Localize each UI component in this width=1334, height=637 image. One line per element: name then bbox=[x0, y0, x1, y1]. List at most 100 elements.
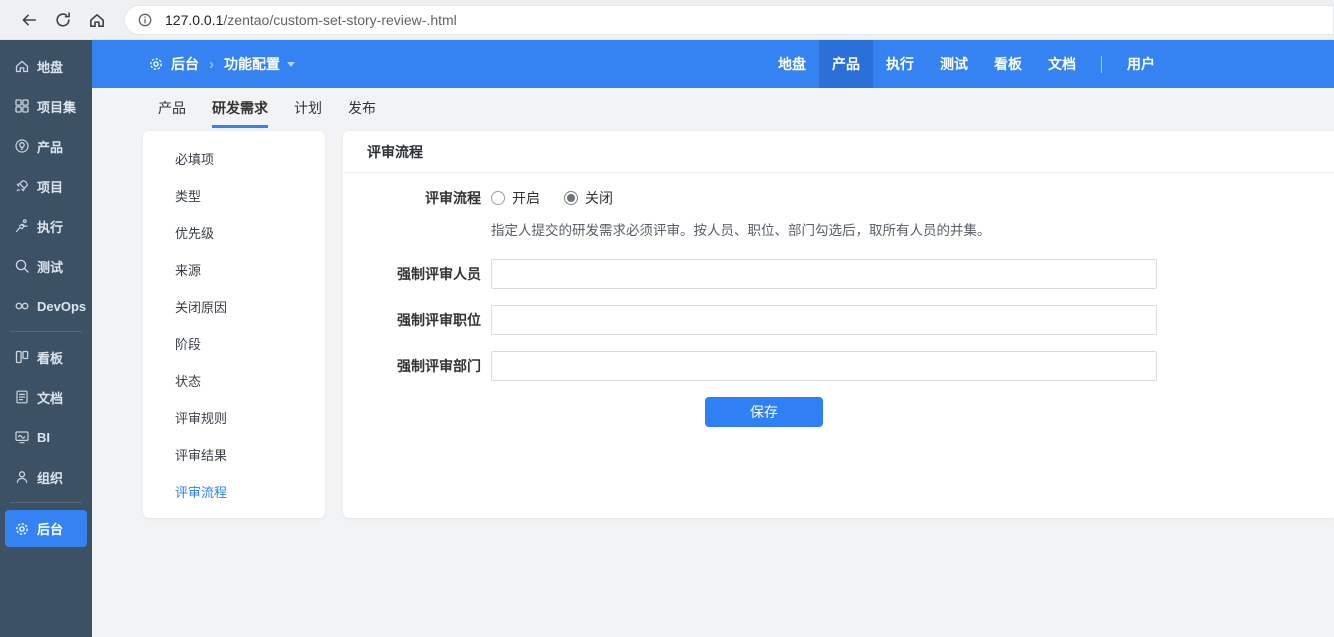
document-icon bbox=[13, 389, 30, 406]
kanban-icon bbox=[13, 349, 30, 366]
menu-item-status[interactable]: 状态 bbox=[143, 363, 325, 400]
rocket-icon bbox=[13, 178, 30, 195]
person-icon bbox=[13, 469, 30, 486]
forced-positions-input[interactable] bbox=[491, 305, 1157, 335]
nav-item-product[interactable]: 产品 bbox=[819, 40, 873, 88]
reload-button[interactable] bbox=[46, 3, 80, 37]
home-icon bbox=[13, 58, 30, 75]
sidebar-item-admin[interactable]: 后台 bbox=[5, 510, 87, 547]
workspace: 产品 研发需求 计划 发布 必填项 类型 优先级 来源 关闭原因 阶段 状态 评… bbox=[92, 88, 1334, 637]
sidebar-item-label: 文档 bbox=[37, 390, 64, 406]
radio-on-label: 开启 bbox=[512, 190, 540, 206]
radio-on-icon[interactable] bbox=[491, 191, 505, 205]
site-info-icon[interactable] bbox=[137, 12, 153, 28]
sidebar-item-label: 执行 bbox=[37, 219, 64, 235]
nav-item-kanban[interactable]: 看板 bbox=[981, 40, 1035, 88]
radio-off-label: 关闭 bbox=[585, 190, 613, 206]
settings-menu: 必填项 类型 优先级 来源 关闭原因 阶段 状态 评审规则 评审结果 评审流程 bbox=[143, 131, 325, 518]
address-bar[interactable]: 127.0.0.1/zentao/custom-set-story-review… bbox=[124, 4, 1334, 35]
tab-story[interactable]: 研发需求 bbox=[212, 88, 268, 128]
forced-positions-label: 强制评审职位 bbox=[397, 312, 481, 328]
magnifier-icon bbox=[13, 258, 30, 275]
url-path: /zentao/custom-set-story-review-.html bbox=[223, 11, 457, 28]
url-host: 127.0.0.1 bbox=[165, 11, 224, 28]
review-flow-panel: 评审流程 评审流程 开启 关闭 指定人提交的研发需求必须评审。按人员、职位、部门… bbox=[343, 131, 1334, 518]
home-button[interactable] bbox=[80, 3, 114, 37]
url-text: 127.0.0.1/zentao/custom-set-story-review… bbox=[165, 12, 457, 28]
tab-plan[interactable]: 计划 bbox=[294, 88, 322, 128]
sidebar-item-org[interactable]: 组织 bbox=[0, 457, 92, 497]
sidebar-item-label: DevOps bbox=[37, 298, 87, 314]
forced-reviewers-input[interactable] bbox=[491, 259, 1157, 289]
menu-item-review-flow[interactable]: 评审流程 bbox=[143, 474, 325, 511]
back-arrow-icon bbox=[20, 11, 38, 29]
grid-icon bbox=[13, 98, 30, 115]
menu-item-review-rule[interactable]: 评审规则 bbox=[143, 400, 325, 437]
sidebar-item-bi[interactable]: BI bbox=[0, 417, 92, 457]
nav-item-dashboard[interactable]: 地盘 bbox=[765, 40, 819, 88]
infinity-icon bbox=[13, 298, 30, 315]
nav-item-doc[interactable]: 文档 bbox=[1035, 40, 1089, 88]
menu-item-stage[interactable]: 阶段 bbox=[143, 326, 325, 363]
breadcrumb: 后台 › 功能配置 bbox=[92, 54, 295, 74]
sidebar-item-label: 组织 bbox=[37, 470, 64, 486]
nav-item-user[interactable]: 用户 bbox=[1114, 40, 1168, 88]
tab-release[interactable]: 发布 bbox=[348, 88, 376, 128]
review-flow-help-text: 指定人提交的研发需求必须评审。按人员、职位、部门勾选后，取所有人员的并集。 bbox=[491, 223, 991, 238]
app-sidebar: 地盘 项目集 产品 项目 执行 测试 DevOps 看板 文档 BI 组织 后台 bbox=[0, 40, 92, 637]
tab-product[interactable]: 产品 bbox=[158, 88, 186, 128]
sidebar-divider bbox=[10, 502, 82, 503]
browser-chrome: 127.0.0.1/zentao/custom-set-story-review… bbox=[0, 0, 1334, 40]
reload-icon bbox=[54, 11, 72, 29]
menu-item-close-reason[interactable]: 关闭原因 bbox=[143, 289, 325, 326]
review-flow-radiogroup: 开启 关闭 bbox=[491, 185, 613, 211]
menu-item-source[interactable]: 来源 bbox=[143, 252, 325, 289]
breadcrumb-root[interactable]: 后台 bbox=[171, 54, 199, 74]
sidebar-item-project[interactable]: 项目 bbox=[0, 166, 92, 206]
sidebar-item-label: 测试 bbox=[37, 259, 64, 275]
sidebar-item-label: 项目 bbox=[37, 179, 64, 195]
radio-option-off[interactable]: 关闭 bbox=[564, 188, 613, 208]
runner-icon bbox=[13, 218, 30, 235]
sidebar-item-dashboard[interactable]: 地盘 bbox=[0, 46, 92, 86]
sidebar-item-label: BI bbox=[37, 429, 50, 445]
sidebar-item-product[interactable]: 产品 bbox=[0, 126, 92, 166]
sidebar-item-devops[interactable]: DevOps bbox=[0, 286, 92, 326]
menu-item-type[interactable]: 类型 bbox=[143, 178, 325, 215]
top-navigation: 地盘 产品 执行 测试 看板 文档 用户 bbox=[765, 40, 1168, 88]
sidebar-item-execution[interactable]: 执行 bbox=[0, 206, 92, 246]
radio-off-icon[interactable] bbox=[564, 191, 578, 205]
save-button[interactable]: 保存 bbox=[705, 397, 823, 427]
browser-home-icon bbox=[88, 11, 106, 29]
chevron-down-icon[interactable] bbox=[287, 61, 295, 67]
nav-item-execution[interactable]: 执行 bbox=[873, 40, 927, 88]
sidebar-item-program[interactable]: 项目集 bbox=[0, 86, 92, 126]
review-flow-form: 评审流程 开启 关闭 指定人提交的研发需求必须评审。按人员、职位、部门勾选后，取… bbox=[343, 173, 1334, 427]
sidebar-item-label: 产品 bbox=[37, 139, 64, 155]
sidebar-item-label: 地盘 bbox=[37, 59, 64, 75]
top-bar: 后台 › 功能配置 地盘 产品 执行 测试 看板 文档 用户 bbox=[92, 40, 1334, 88]
sidebar-item-qa[interactable]: 测试 bbox=[0, 246, 92, 286]
breadcrumb-current[interactable]: 功能配置 bbox=[224, 54, 280, 74]
sidebar-item-label: 后台 bbox=[37, 522, 64, 537]
sidebar-divider bbox=[10, 331, 82, 332]
sidebar-item-kanban[interactable]: 看板 bbox=[0, 337, 92, 377]
panel-title: 评审流程 bbox=[343, 131, 1334, 173]
menu-item-review-result[interactable]: 评审结果 bbox=[143, 437, 325, 474]
forced-departments-label: 强制评审部门 bbox=[397, 358, 481, 374]
gear-icon bbox=[13, 520, 30, 537]
nav-divider bbox=[1101, 55, 1102, 73]
sidebar-item-doc[interactable]: 文档 bbox=[0, 377, 92, 417]
review-flow-label: 评审流程 bbox=[425, 190, 481, 206]
menu-item-required[interactable]: 必填项 bbox=[143, 141, 325, 178]
gear-icon bbox=[148, 56, 164, 72]
menu-item-priority[interactable]: 优先级 bbox=[143, 215, 325, 252]
sidebar-item-label: 看板 bbox=[37, 350, 64, 366]
forced-reviewers-label: 强制评审人员 bbox=[397, 266, 481, 282]
back-button[interactable] bbox=[12, 3, 46, 37]
radio-option-on[interactable]: 开启 bbox=[491, 188, 540, 208]
forced-departments-input[interactable] bbox=[491, 351, 1157, 381]
monitor-icon bbox=[13, 429, 30, 446]
bulb-icon bbox=[13, 138, 30, 155]
nav-item-qa[interactable]: 测试 bbox=[927, 40, 981, 88]
